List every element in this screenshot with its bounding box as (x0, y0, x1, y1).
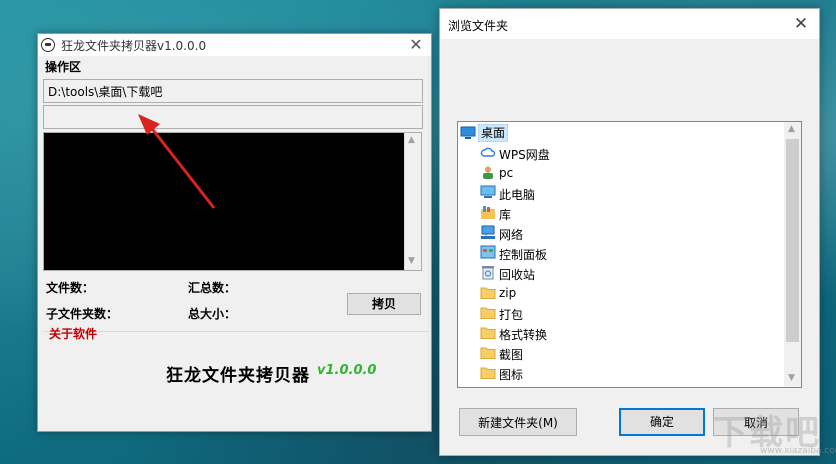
tree-item-label: WPS网盘 (499, 148, 550, 162)
watermark-url: www.xiazaiba.com (760, 446, 836, 456)
folder-icon (480, 345, 496, 360)
tree-item[interactable]: ›控制面板 (458, 243, 784, 263)
folder-icon (480, 325, 496, 340)
desktop-icon (460, 125, 476, 140)
cloud-icon (480, 145, 496, 160)
folder-tree[interactable]: 桌面›WPS网盘›pc›此电脑›库›网络›控制面板回收站›zip›打包格式转换截… (457, 121, 802, 388)
tree-item-label: 此电脑 (499, 188, 536, 202)
tree-item-label: 截图 (499, 348, 524, 362)
tree-item-label: 打包 (499, 308, 524, 322)
computer-icon (480, 185, 496, 200)
tree-item[interactable]: ›pc (458, 163, 784, 183)
network-icon (480, 225, 496, 240)
tree-item-label: 格式转换 (499, 328, 548, 342)
tree-item[interactable]: 格式转换 (458, 323, 784, 343)
tree-item-label: 控制面板 (499, 248, 548, 262)
ok-button[interactable]: 确定 (619, 408, 705, 436)
tree-item[interactable]: 截图 (458, 343, 784, 363)
tree-item-label: 网络 (499, 228, 524, 242)
tree-item[interactable]: ›WPS网盘 (458, 143, 784, 163)
user-icon (480, 165, 496, 180)
tree-item[interactable]: ›zip (458, 283, 784, 303)
recycle-bin-icon (480, 265, 496, 280)
tree-item-label: pc (499, 166, 514, 180)
tree-scroll-up-icon[interactable]: ▲ (788, 124, 795, 134)
arrow-head (138, 114, 160, 135)
tree-item[interactable]: ›打包 (458, 303, 784, 323)
dialog-titlebar[interactable]: 浏览文件夹 ✕ (440, 9, 819, 39)
tree-item[interactable]: 图标 (458, 363, 784, 383)
new-folder-button[interactable]: 新建文件夹(M) (459, 408, 577, 436)
arrow-shaft (148, 125, 216, 209)
tree-item[interactable]: ›库 (458, 203, 784, 223)
tree-item[interactable]: 回收站 (458, 263, 784, 283)
browse-folder-dialog: 浏览文件夹 ✕ 桌面›WPS网盘›pc›此电脑›库›网络›控制面板回收站›zip… (439, 8, 820, 456)
tree-item-label: zip (499, 286, 517, 300)
folder-icon (480, 305, 496, 320)
tree-item-label: 库 (499, 208, 512, 222)
folder-icon (480, 285, 496, 300)
tree-scroll-thumb[interactable] (786, 139, 799, 342)
dialog-close-icon[interactable]: ✕ (791, 14, 811, 34)
tree-item[interactable]: ›网络 (458, 223, 784, 243)
library-icon (480, 205, 496, 220)
tree-scrollbar[interactable]: ▲ ▼ (784, 122, 801, 387)
tree-item-label: 回收站 (499, 268, 536, 282)
dialog-title: 浏览文件夹 (448, 19, 509, 33)
tree-item-label: 桌面 (478, 124, 509, 142)
control-panel-icon (480, 245, 496, 260)
tree-item-label: 图标 (499, 368, 524, 382)
tree-item[interactable]: ›此电脑 (458, 183, 784, 203)
tree-scroll-down-icon[interactable]: ▼ (788, 373, 795, 383)
folder-icon (480, 365, 496, 380)
tree-item[interactable]: 桌面 (458, 123, 784, 143)
